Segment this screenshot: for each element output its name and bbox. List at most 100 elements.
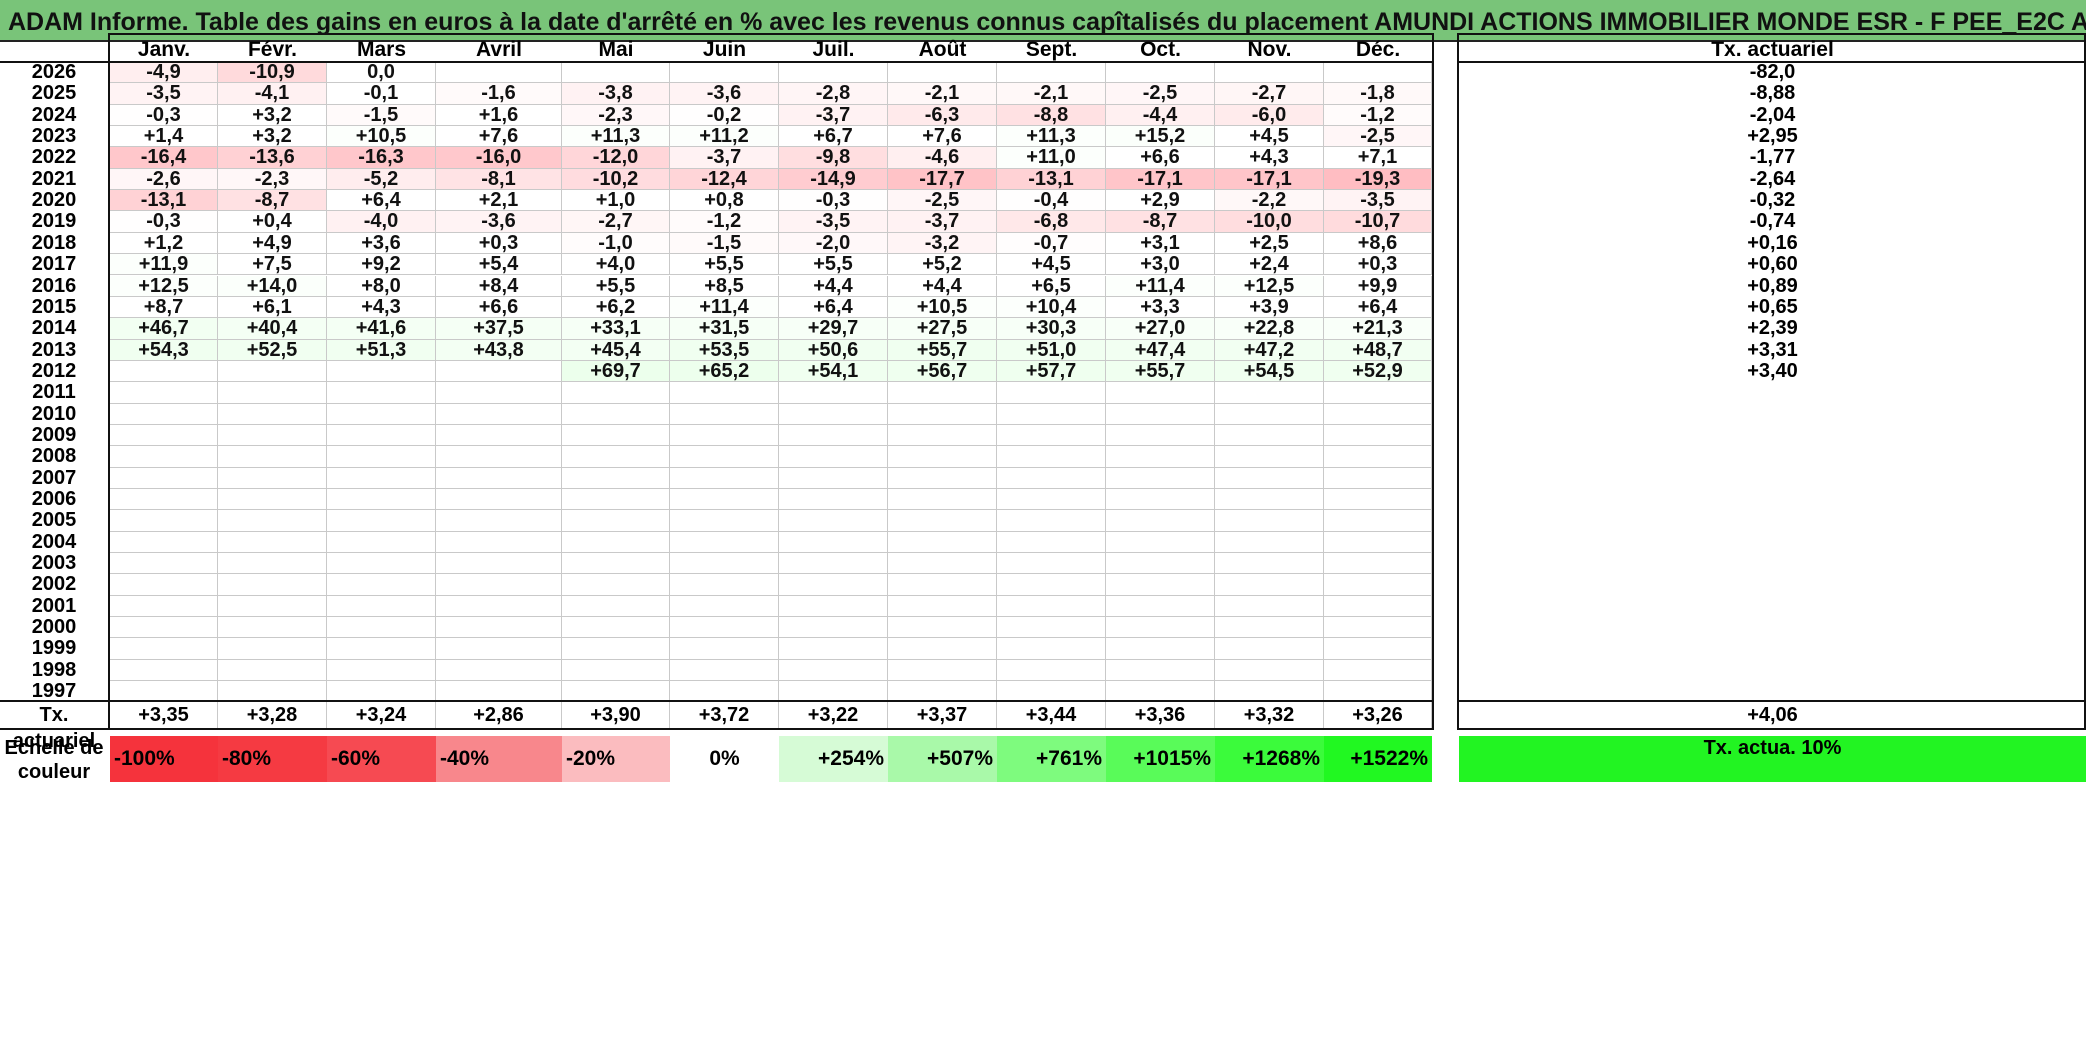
table-cell <box>1106 595 1215 618</box>
table-cell: +7,6 <box>888 125 997 148</box>
table-cell <box>1106 403 1215 425</box>
tx-actuariel-cell: +0,16 <box>1747 231 1798 254</box>
tx-actuariel-cell <box>1459 574 2086 595</box>
footer-value: +3,35 <box>110 702 218 728</box>
month-header: Janv. <box>137 38 191 61</box>
table-cell: -4,9 <box>110 61 218 84</box>
year-label: 2001 <box>31 594 77 617</box>
table-cell <box>436 574 562 596</box>
table-cell: +6,4 <box>1324 296 1432 319</box>
month-header: Sept. <box>1025 38 1078 61</box>
table-cell <box>1215 467 1324 489</box>
table-cell: +41,6 <box>327 317 436 340</box>
table-cell: -13,1 <box>110 189 218 212</box>
table-cell: +31,5 <box>670 317 779 340</box>
table-cell: +9,2 <box>327 253 436 276</box>
month-header: Mars <box>356 38 407 61</box>
tx-actuariel-cell <box>1459 617 2086 638</box>
table-cell: +7,5 <box>218 253 327 276</box>
color-scale-swatch: -80% <box>218 736 327 782</box>
table-cell: -2,5 <box>1324 125 1432 148</box>
table-cell <box>888 403 997 425</box>
table-cell: -17,7 <box>888 168 997 191</box>
table-cell: +4,3 <box>327 296 436 319</box>
table-cell <box>888 595 997 618</box>
table-cell <box>562 638 670 660</box>
table-cell <box>1106 424 1215 447</box>
table-cell: +6,4 <box>327 189 436 212</box>
table-cell <box>562 553 670 575</box>
table-cell: +4,5 <box>1215 125 1324 148</box>
table-cell <box>436 510 562 532</box>
year-label: 2018 <box>31 231 77 254</box>
tx-actuariel-cell <box>1459 660 2086 681</box>
table-cell <box>110 382 218 404</box>
table-cell: +5,2 <box>888 253 997 276</box>
table-cell: -0,4 <box>997 189 1106 212</box>
table-cell <box>1324 62 1432 84</box>
table-cell: -17,1 <box>1215 168 1324 191</box>
table-cell <box>779 617 888 639</box>
tx-actuariel-cell: +3,31 <box>1747 338 1798 361</box>
table-cell: +8,4 <box>436 275 562 297</box>
table-cell: -2,6 <box>110 168 218 191</box>
table-cell <box>1106 659 1215 682</box>
table-cell <box>327 553 436 575</box>
table-cell <box>670 617 779 639</box>
table-cell <box>562 595 670 618</box>
table-cell <box>997 382 1106 404</box>
table-cell: -1,5 <box>327 104 436 127</box>
table-cell <box>997 489 1106 511</box>
table-cell: +6,1 <box>218 296 327 319</box>
table-cell: +55,7 <box>888 339 997 361</box>
table-cell <box>218 467 327 489</box>
table-cell <box>888 446 997 468</box>
table-cell: +8,7 <box>110 296 218 319</box>
table-cell <box>997 403 1106 425</box>
table-cell <box>1324 446 1432 468</box>
table-cell <box>436 659 562 682</box>
tx-actuariel-cell <box>1459 489 2086 510</box>
table-cell: +53,5 <box>670 339 779 361</box>
table-cell <box>670 382 779 404</box>
table-cell: +69,7 <box>562 360 670 383</box>
table-cell: +45,4 <box>562 339 670 361</box>
table-cell: -3,5 <box>779 211 888 233</box>
tx-actuariel-header: Tx. actuariel <box>1711 38 1834 61</box>
table-cell: +14,0 <box>218 275 327 297</box>
table-cell: +6,2 <box>562 296 670 319</box>
table-cell: +6,5 <box>997 275 1106 297</box>
table-cell <box>562 659 670 682</box>
table-cell <box>562 574 670 596</box>
tx-actuariel-cell: -8,88 <box>1749 82 1796 105</box>
year-label: 2023 <box>31 125 77 148</box>
table-cell <box>1215 659 1324 682</box>
table-cell <box>779 574 888 596</box>
table-cell <box>562 446 670 468</box>
year-label: 2005 <box>31 509 77 532</box>
color-scale-swatch: +507% <box>888 736 997 782</box>
table-cell <box>327 595 436 618</box>
table-cell <box>110 617 218 639</box>
table-cell <box>1106 62 1215 84</box>
table-cell: +3,2 <box>218 104 327 127</box>
footer-value: +3,90 <box>562 702 670 728</box>
table-cell: +0,3 <box>436 232 562 255</box>
table-cell: +10,5 <box>327 125 436 148</box>
table-cell: -14,9 <box>779 168 888 191</box>
table-cell: +46,7 <box>110 317 218 340</box>
table-cell <box>218 489 327 511</box>
table-cell <box>436 424 562 447</box>
footer-value: +3,37 <box>888 702 997 728</box>
table-cell <box>888 617 997 639</box>
table-cell: +55,7 <box>1106 360 1215 383</box>
table-cell <box>670 531 779 554</box>
table-cell: +11,2 <box>670 125 779 148</box>
table-cell: +27,5 <box>888 317 997 340</box>
table-cell <box>779 510 888 532</box>
table-cell <box>779 446 888 468</box>
table-cell <box>218 424 327 447</box>
table-cell: +6,4 <box>779 296 888 319</box>
table-cell <box>562 510 670 532</box>
tx-actuariel-cell: +0,60 <box>1747 253 1798 276</box>
